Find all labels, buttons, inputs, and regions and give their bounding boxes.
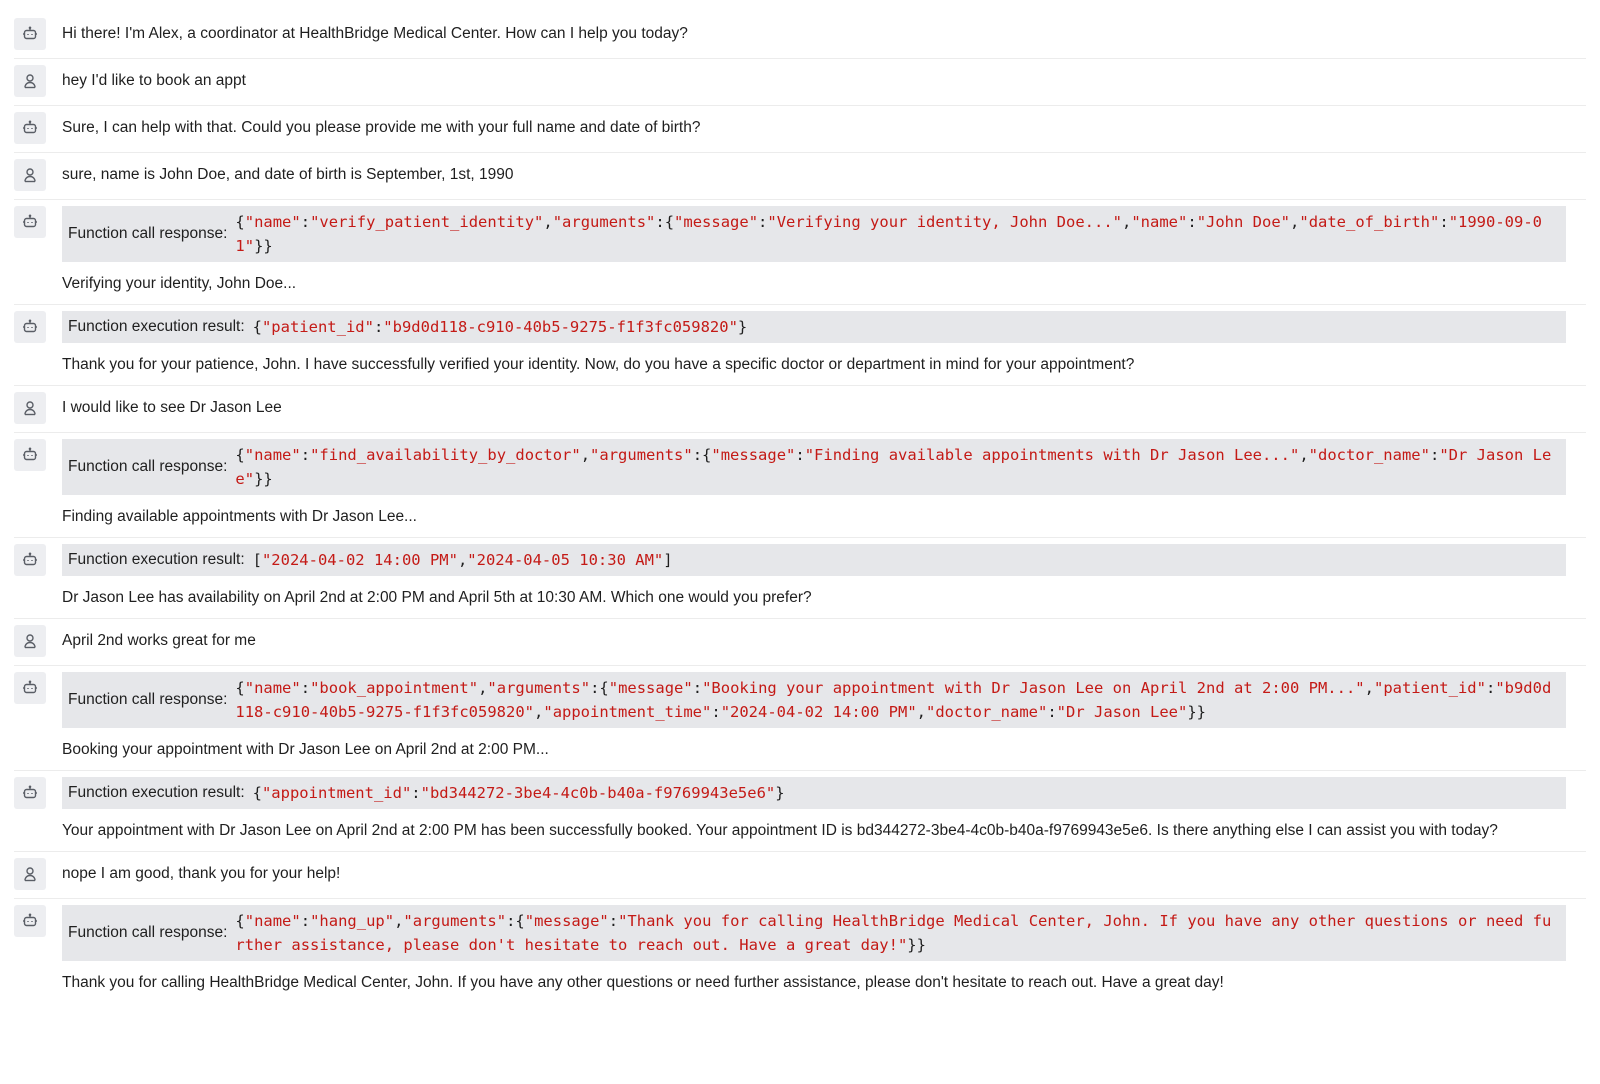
message-text: I would like to see Dr Jason Lee	[62, 399, 282, 416]
user-message-row: I would like to see Dr Jason Lee	[14, 386, 1586, 433]
conversation-transcript: Hi there! I'm Alex, a coordinator at Hea…	[0, 0, 1600, 1003]
message-text: Hi there! I'm Alex, a coordinator at Hea…	[62, 25, 688, 42]
function-label: Function execution result:	[68, 318, 245, 335]
function-code: {"name":"verify_patient_identity","argum…	[235, 213, 1543, 255]
message-content: Function execution result: {"appointment_…	[62, 777, 1586, 843]
message-text: Dr Jason Lee has availability on April 2…	[62, 589, 812, 606]
message-content: hey I'd like to book an appt	[62, 65, 1586, 93]
message-text: Verifying your identity, John Doe...	[62, 275, 297, 292]
function-block: Function call response: {"name":"hang_up"…	[62, 905, 1566, 961]
assistant-message-row: Function call response: {"name":"hang_up"…	[14, 899, 1586, 1003]
message-content: Hi there! I'm Alex, a coordinator at Hea…	[62, 18, 1586, 46]
message-content: Function call response: {"name":"book_app…	[62, 672, 1586, 762]
function-block: Function call response: {"name":"find_ava…	[62, 439, 1566, 495]
function-block: Function execution result: {"appointment_…	[62, 777, 1566, 809]
message-text: nope I am good, thank you for your help!	[62, 865, 341, 882]
function-label: Function call response:	[68, 924, 228, 941]
function-code: ["2024-04-02 14:00 PM","2024-04-05 10:30…	[252, 551, 673, 569]
assistant-message-row: Function call response: {"name":"book_app…	[14, 666, 1586, 771]
robot-icon	[14, 206, 46, 238]
function-code: {"patient_id":"b9d0d118-c910-40b5-9275-f…	[252, 318, 748, 336]
message-content: nope I am good, thank you for your help!	[62, 858, 1586, 886]
person-icon	[14, 392, 46, 424]
assistant-message-row: Function call response: {"name":"find_ava…	[14, 433, 1586, 538]
robot-icon	[14, 777, 46, 809]
function-label: Function call response:	[68, 225, 228, 242]
assistant-message-row: Function execution result: {"appointment_…	[14, 771, 1586, 852]
message-content: Function call response: {"name":"find_ava…	[62, 439, 1586, 529]
message-text: Finding available appointments with Dr J…	[62, 508, 417, 525]
person-icon	[14, 625, 46, 657]
message-text: April 2nd works great for me	[62, 632, 256, 649]
robot-icon	[14, 112, 46, 144]
robot-icon	[14, 439, 46, 471]
assistant-message-row: Sure, I can help with that. Could you pl…	[14, 106, 1586, 153]
function-block: Function execution result: ["2024-04-02 1…	[62, 544, 1566, 576]
message-content: Sure, I can help with that. Could you pl…	[62, 112, 1586, 140]
robot-icon	[14, 18, 46, 50]
function-block: Function execution result: {"patient_id":…	[62, 311, 1566, 343]
user-message-row: sure, name is John Doe, and date of birt…	[14, 153, 1586, 200]
message-text: Your appointment with Dr Jason Lee on Ap…	[62, 822, 1498, 839]
message-content: Function call response: {"name":"verify_p…	[62, 206, 1586, 296]
function-label: Function execution result:	[68, 784, 245, 801]
robot-icon	[14, 672, 46, 704]
assistant-message-row: Function execution result: {"patient_id":…	[14, 305, 1586, 386]
assistant-message-row: Hi there! I'm Alex, a coordinator at Hea…	[14, 12, 1586, 59]
message-content: April 2nd works great for me	[62, 625, 1586, 653]
function-label: Function call response:	[68, 458, 228, 475]
function-code: {"name":"find_availability_by_doctor","a…	[235, 446, 1552, 488]
function-label: Function execution result:	[68, 551, 245, 568]
user-message-row: April 2nd works great for me	[14, 619, 1586, 666]
function-label: Function call response:	[68, 691, 228, 708]
message-content: sure, name is John Doe, and date of birt…	[62, 159, 1586, 187]
assistant-message-row: Function call response: {"name":"verify_p…	[14, 200, 1586, 305]
message-content: I would like to see Dr Jason Lee	[62, 392, 1586, 420]
function-code: {"name":"book_appointment","arguments":{…	[235, 679, 1552, 721]
function-code: {"appointment_id":"bd344272-3be4-4c0b-b4…	[252, 784, 785, 802]
message-content: Function execution result: {"patient_id":…	[62, 311, 1586, 377]
message-content: Function execution result: ["2024-04-02 1…	[62, 544, 1586, 610]
message-text: Sure, I can help with that. Could you pl…	[62, 119, 701, 136]
user-message-row: nope I am good, thank you for your help!	[14, 852, 1586, 899]
message-content: Function call response: {"name":"hang_up"…	[62, 905, 1586, 995]
robot-icon	[14, 544, 46, 576]
person-icon	[14, 159, 46, 191]
user-message-row: hey I'd like to book an appt	[14, 59, 1586, 106]
robot-icon	[14, 905, 46, 937]
person-icon	[14, 858, 46, 890]
message-text: sure, name is John Doe, and date of birt…	[62, 166, 514, 183]
message-text: Thank you for calling HealthBridge Medic…	[62, 974, 1224, 991]
robot-icon	[14, 311, 46, 343]
function-block: Function call response: {"name":"book_app…	[62, 672, 1566, 728]
function-block: Function call response: {"name":"verify_p…	[62, 206, 1566, 262]
message-text: Booking your appointment with Dr Jason L…	[62, 741, 549, 758]
function-code: {"name":"hang_up","arguments":{"message"…	[235, 912, 1552, 954]
message-text: Thank you for your patience, John. I hav…	[62, 356, 1135, 373]
assistant-message-row: Function execution result: ["2024-04-02 1…	[14, 538, 1586, 619]
message-text: hey I'd like to book an appt	[62, 72, 246, 89]
person-icon	[14, 65, 46, 97]
